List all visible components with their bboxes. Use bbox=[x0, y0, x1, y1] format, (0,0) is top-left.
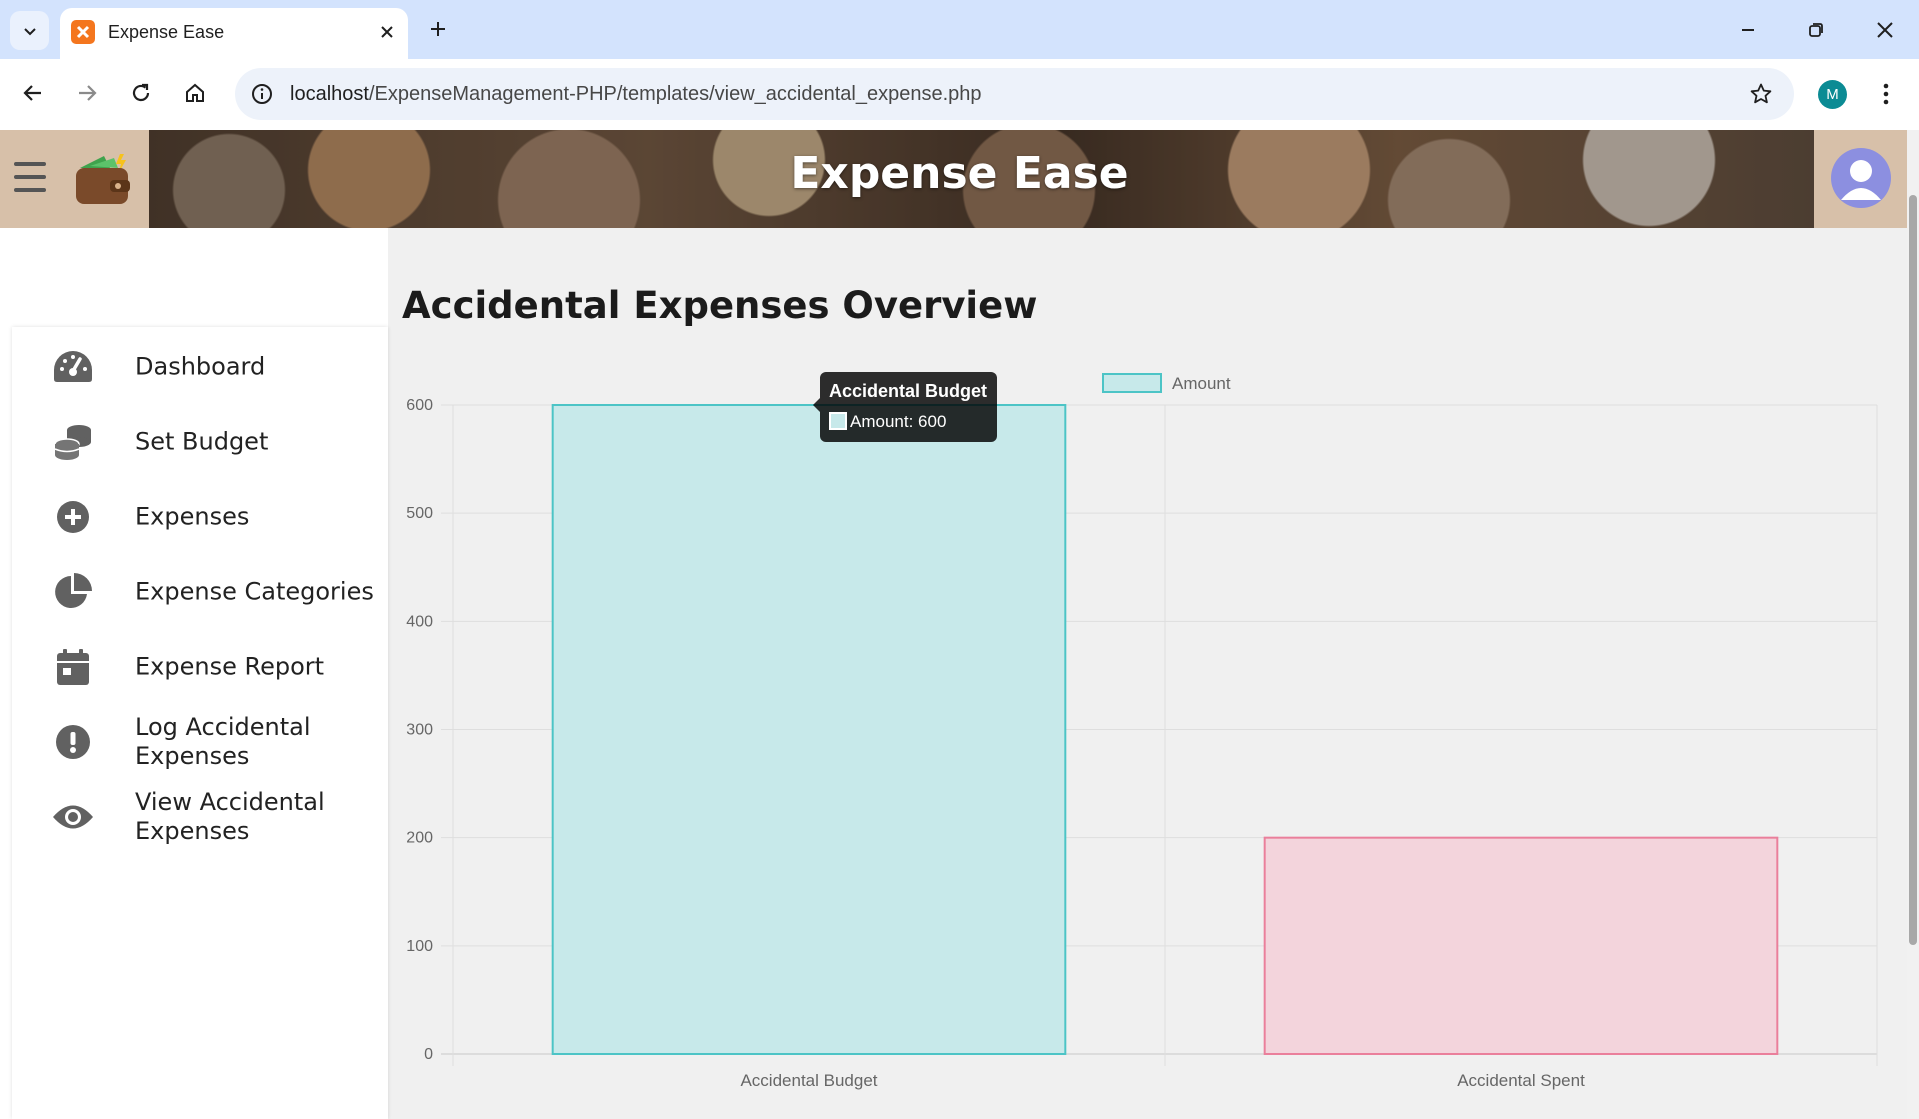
more-vertical-icon bbox=[1883, 83, 1889, 105]
new-tab-button[interactable] bbox=[423, 14, 453, 44]
page-scrollbar[interactable] bbox=[1907, 130, 1919, 1119]
minimize-icon bbox=[1742, 29, 1754, 31]
accidental-expenses-bar-chart: 0100200300400500600Accidental Budget Acci… bbox=[406, 373, 1878, 1090]
y-tick-label: 600 bbox=[406, 397, 433, 414]
x-tick-label: Accidental Spent bbox=[1457, 1071, 1585, 1090]
app-title: Expense Ease bbox=[790, 148, 1129, 199]
legend-swatch bbox=[1102, 373, 1162, 393]
y-tick-label: 200 bbox=[406, 830, 433, 847]
sidebar-item-label: Set Budget bbox=[135, 427, 269, 456]
close-icon bbox=[1877, 22, 1893, 38]
sidebar-item-label: Expenses bbox=[135, 502, 250, 531]
sidebar-item-expense-report[interactable]: Expense Report bbox=[12, 632, 388, 702]
url-host: localhost bbox=[290, 83, 369, 105]
sidebar-item-expenses[interactable]: Expenses bbox=[12, 482, 388, 552]
sidebar-item-label: Expense Report bbox=[135, 652, 325, 681]
coins-icon bbox=[52, 421, 94, 463]
sidebar-item-label: Expense Categories bbox=[135, 577, 374, 606]
restore-icon bbox=[1809, 23, 1823, 37]
back-button[interactable] bbox=[13, 73, 53, 113]
address-bar[interactable]: localhost/ExpenseManagement-PHP/template… bbox=[235, 68, 1794, 120]
y-tick-label: 500 bbox=[406, 505, 433, 522]
plus-circle-icon bbox=[52, 496, 94, 538]
y-tick-label: 300 bbox=[406, 722, 433, 739]
minimize-button[interactable] bbox=[1726, 10, 1770, 50]
browser-toolbar: localhost/ExpenseManagement-PHP/template… bbox=[0, 59, 1919, 130]
tab-search-button[interactable] bbox=[10, 11, 49, 50]
tooltip-title: Accidental Budget bbox=[829, 381, 988, 401]
sidebar-item-label: Log Accidental Expenses bbox=[135, 713, 311, 770]
sidebar-item-label: View Accidental Expenses bbox=[135, 788, 325, 845]
sidebar: Dashboard Set Budget Expenses Expense Ca… bbox=[12, 327, 388, 1119]
pie-chart-icon bbox=[52, 571, 94, 613]
chart-tooltip: Accidental Budget Amount: 600 bbox=[813, 372, 997, 442]
url-path: /ExpenseManagement-PHP/templates/view_ac… bbox=[368, 83, 982, 105]
calendar-icon bbox=[52, 646, 94, 688]
tachometer-icon bbox=[52, 346, 94, 388]
browser-tab-bar: Expense Ease bbox=[0, 0, 1919, 59]
forward-button[interactable] bbox=[67, 73, 107, 113]
arrow-right-icon bbox=[79, 85, 97, 101]
sidebar-item-expense-categories[interactable]: Expense Categories bbox=[12, 557, 388, 627]
legend-label: Amount bbox=[1172, 374, 1231, 393]
y-tick-label: 400 bbox=[406, 613, 433, 630]
home-button[interactable] bbox=[175, 73, 215, 113]
close-tab-button[interactable] bbox=[373, 18, 401, 46]
site-info-button[interactable] bbox=[249, 81, 275, 107]
bar-accidental-budget bbox=[551, 404, 1067, 1055]
y-tick-label: 0 bbox=[424, 1046, 433, 1063]
browser-menu-button[interactable] bbox=[1874, 77, 1898, 111]
exclamation-circle-icon bbox=[52, 721, 94, 763]
bookmark-button[interactable] bbox=[1747, 80, 1775, 108]
plus-icon bbox=[431, 22, 445, 36]
xampp-favicon-icon bbox=[71, 20, 95, 44]
tooltip-color-swatch bbox=[829, 412, 847, 430]
sidebar-item-view-accidental-expenses[interactable]: View Accidental Expenses bbox=[12, 782, 388, 852]
tooltip-body: Amount: 600 bbox=[850, 412, 947, 431]
profile-avatar[interactable]: M bbox=[1818, 80, 1847, 109]
y-tick-label: 100 bbox=[406, 938, 433, 955]
page-title: Accidental Expenses Overview bbox=[402, 284, 1038, 327]
home-icon bbox=[186, 83, 204, 102]
active-tab[interactable]: Expense Ease bbox=[60, 8, 408, 59]
bar-accidental-spent bbox=[1263, 836, 1779, 1055]
sidebar-item-set-budget[interactable]: Set Budget bbox=[12, 407, 388, 477]
scrollbar-thumb[interactable] bbox=[1909, 195, 1917, 945]
restore-button[interactable] bbox=[1794, 10, 1838, 50]
url-text[interactable]: localhost/ExpenseManagement-PHP/template… bbox=[290, 83, 982, 106]
tab-title: Expense Ease bbox=[108, 22, 225, 42]
app-header: Expense Ease bbox=[0, 130, 1907, 228]
reload-icon bbox=[132, 83, 150, 102]
sidebar-item-dashboard[interactable]: Dashboard bbox=[12, 332, 388, 402]
x-tick-label: Accidental Budget bbox=[740, 1071, 877, 1090]
chevron-down-icon bbox=[23, 27, 36, 35]
arrow-left-icon bbox=[23, 85, 41, 101]
info-icon bbox=[252, 84, 272, 104]
close-window-button[interactable] bbox=[1863, 10, 1907, 50]
eye-icon bbox=[52, 796, 94, 838]
reload-button[interactable] bbox=[121, 73, 161, 113]
star-icon bbox=[1750, 83, 1772, 104]
sidebar-item-label: Dashboard bbox=[135, 352, 266, 381]
close-icon bbox=[381, 26, 393, 38]
sidebar-item-log-accidental-expenses[interactable]: Log Accidental Expenses bbox=[12, 707, 388, 777]
